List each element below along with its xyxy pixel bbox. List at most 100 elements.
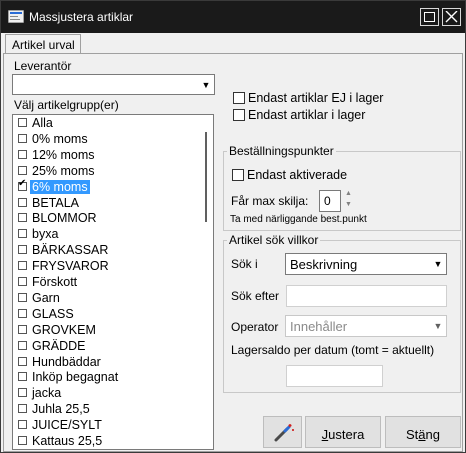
wand-button[interactable]	[263, 416, 302, 448]
endast-aktiverade-label: Endast aktiverade	[247, 168, 348, 182]
list-item[interactable]: 6% moms	[13, 178, 201, 195]
list-item[interactable]: JUICE/SYLT	[13, 417, 201, 433]
item-checkbox[interactable]	[18, 436, 27, 445]
item-checkbox[interactable]	[18, 197, 27, 207]
item-label: BLOMMOR	[32, 211, 97, 226]
item-checkbox[interactable]	[18, 277, 27, 286]
sok-efter-input[interactable]	[286, 285, 447, 307]
leverantor-select[interactable]: ▼	[12, 74, 215, 95]
narliggande-label: Ta med närliggande best.punkt	[230, 214, 367, 225]
sok-efter-label: Sök efter	[231, 289, 280, 303]
ej-i-lager-checkbox[interactable]	[233, 92, 245, 104]
list-item[interactable]: GROVKEM	[13, 322, 201, 338]
list-item[interactable]: Alla	[13, 115, 201, 131]
chevron-down-icon[interactable]: ▼	[341, 201, 356, 212]
item-checkbox[interactable]	[18, 133, 27, 143]
magic-wand-icon	[274, 424, 294, 442]
list-item[interactable]: GLASS	[13, 306, 201, 322]
item-label: Alla	[32, 116, 53, 130]
operator-label: Operator	[231, 320, 279, 334]
list-item[interactable]: BLOMMOR	[13, 210, 201, 226]
item-checkbox[interactable]	[18, 165, 27, 175]
chevron-down-icon[interactable]: ▼	[198, 75, 214, 94]
item-label: GLASS	[32, 306, 74, 321]
item-checkbox[interactable]	[18, 404, 27, 414]
stang-label-end: ng	[425, 427, 440, 442]
item-label: 25% moms	[32, 163, 95, 178]
list-item[interactable]: Inköp begagnat	[13, 369, 201, 385]
item-label: 6% moms	[30, 179, 90, 194]
stang-label-start: St	[406, 427, 419, 442]
scrollbar-thumb[interactable]	[205, 132, 207, 222]
item-label: JUICE/SYLT	[32, 418, 102, 433]
list-item[interactable]: BÄRKASSAR	[13, 242, 201, 258]
item-label: BETALA	[32, 195, 80, 210]
item-checkbox[interactable]	[18, 118, 27, 127]
list-item[interactable]: 0% moms	[13, 131, 201, 147]
stang-button[interactable]: Stäng	[385, 416, 461, 448]
item-checkbox[interactable]	[18, 149, 27, 159]
list-item[interactable]: Hundbäddar	[13, 354, 201, 370]
item-label: GRÄDDE	[32, 338, 86, 353]
close-icon	[445, 11, 458, 23]
lagersaldo-input[interactable]	[286, 365, 383, 387]
list-item[interactable]: jacka	[13, 385, 201, 401]
operator-select[interactable]: Innehåller ▼	[285, 315, 447, 337]
item-checkbox[interactable]	[18, 356, 27, 366]
list-item[interactable]: 25% moms	[13, 163, 201, 179]
stang-mnemonic: ä	[418, 427, 426, 442]
main-window: Massjustera artiklar Artikel urval Lever…	[0, 0, 466, 453]
item-checkbox[interactable]	[18, 420, 27, 430]
list-item[interactable]: Kattaus 25,5	[13, 433, 201, 449]
item-label: Förskott	[32, 275, 78, 289]
justera-button[interactable]: Justera	[305, 416, 381, 448]
item-checkbox[interactable]	[18, 324, 27, 334]
list-item[interactable]: BETALA	[13, 195, 201, 211]
max-skilja-value: 0	[324, 194, 331, 208]
item-checkbox[interactable]	[18, 178, 27, 191]
item-checkbox[interactable]	[18, 372, 27, 382]
sok-i-label: Sök i	[231, 257, 258, 271]
tab-label: Artikel urval	[12, 38, 75, 52]
max-skilja-stepper[interactable]: 0 ▲ ▼	[319, 190, 356, 212]
endast-aktiverade-checkbox[interactable]	[232, 169, 244, 181]
sok-villkor-title: Artikel sök villkor	[227, 233, 321, 247]
item-checkbox[interactable]	[18, 261, 27, 271]
list-item[interactable]: Juhla 25,5	[13, 401, 201, 417]
item-label: 0% moms	[32, 131, 88, 146]
list-item[interactable]: GRÄDDE	[13, 338, 201, 354]
list-item[interactable]: Förskott	[13, 274, 201, 290]
sok-i-select[interactable]: Beskrivning ▼	[285, 253, 447, 275]
list-scrollbar[interactable]	[201, 115, 213, 449]
item-checkbox[interactable]	[18, 340, 27, 350]
app-icon	[8, 10, 24, 23]
chevron-down-icon[interactable]: ▼	[430, 316, 446, 336]
list-item[interactable]: 12% moms	[13, 147, 201, 163]
item-checkbox[interactable]	[18, 308, 27, 318]
list-item[interactable]: FRYSVAROR	[13, 258, 201, 274]
item-label: BÄRKASSAR	[32, 243, 109, 258]
close-button[interactable]	[442, 8, 461, 26]
artikelgrupp-label: Välj artikelgrupp(er)	[14, 98, 119, 112]
title-bar: Massjustera artiklar	[1, 1, 465, 33]
maximize-button[interactable]	[420, 8, 439, 26]
max-skilja-field[interactable]: 0	[319, 190, 341, 212]
justera-label: ustera	[328, 427, 365, 442]
chevron-up-icon[interactable]: ▲	[341, 190, 356, 201]
item-checkbox[interactable]	[18, 229, 27, 239]
tab-artikel-urval[interactable]: Artikel urval	[5, 34, 81, 54]
bestallningspunkter-title: Beställningspunkter	[227, 144, 336, 158]
item-checkbox[interactable]	[18, 245, 27, 255]
item-checkbox[interactable]	[18, 213, 27, 223]
lagersaldo-label: Lagersaldo per datum (tomt = aktuellt)	[231, 343, 435, 357]
item-checkbox[interactable]	[18, 292, 27, 302]
i-lager-checkbox[interactable]	[233, 109, 245, 121]
max-skilja-label: Får max skilja:	[231, 194, 309, 208]
artikelgrupp-list[interactable]: Alla0% moms12% moms25% moms6% momsBETALA…	[12, 114, 214, 450]
item-checkbox[interactable]	[18, 388, 27, 398]
list-item[interactable]: byxa	[13, 226, 201, 242]
chevron-down-icon[interactable]: ▼	[430, 254, 446, 274]
leverantor-label: Leverantör	[14, 59, 72, 73]
list-item[interactable]: Garn	[13, 290, 201, 306]
window-title: Massjustera artiklar	[29, 10, 134, 24]
